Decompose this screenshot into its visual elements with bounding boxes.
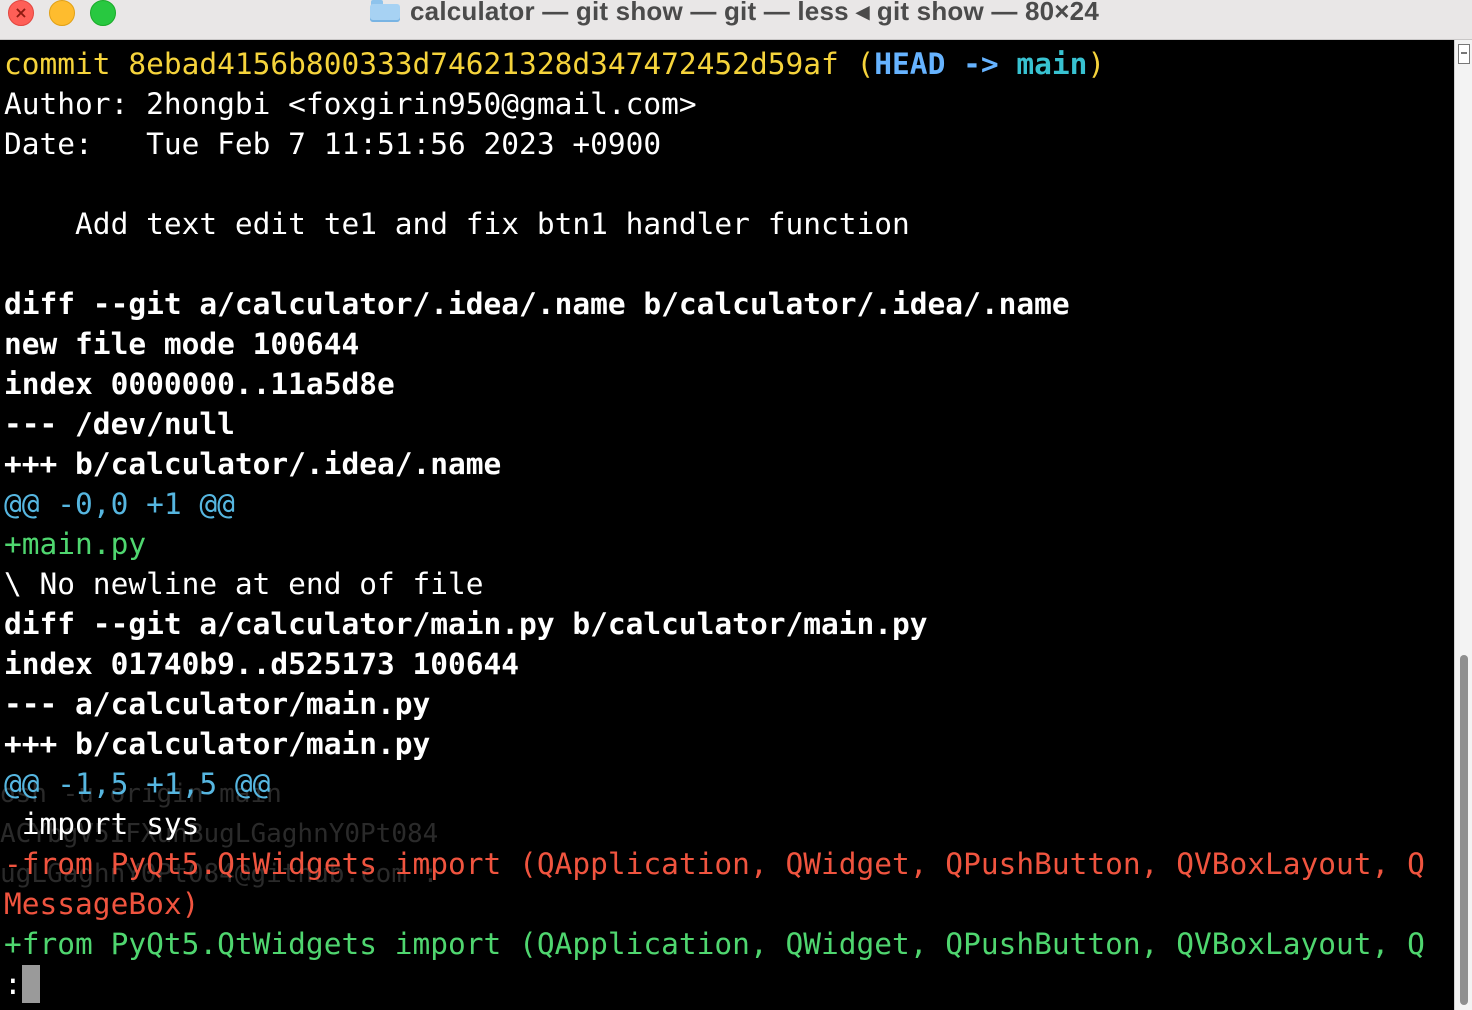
vertical-scrollbar[interactable] bbox=[1454, 40, 1472, 1010]
diff-header: diff --git a/calculator/main.py b/calcul… bbox=[4, 607, 928, 641]
diff-index: index 0000000..11a5d8e bbox=[4, 367, 395, 401]
close-button[interactable]: × bbox=[8, 0, 34, 26]
diff-new-file: +++ b/calculator/main.py bbox=[4, 727, 431, 761]
close-icon: × bbox=[14, 3, 28, 22]
terminal-content[interactable]: osh -u origin main ACYbgV5IFXuhBugLGaghn… bbox=[0, 40, 1454, 1010]
pager-prompt-colon: : bbox=[4, 967, 22, 1001]
ref-paren-open: ( bbox=[856, 47, 875, 81]
diff-header: diff --git a/calculator/.idea/.name b/ca… bbox=[4, 287, 1070, 321]
diff-removed-line-wrap: MessageBox) bbox=[4, 887, 200, 921]
minimize-button[interactable] bbox=[49, 0, 75, 26]
author-line: Author: 2hongbi <foxgirin950@gmail.com> bbox=[4, 87, 697, 121]
scrollbar-thumb[interactable] bbox=[1460, 655, 1468, 1005]
branch-ref: main bbox=[1016, 47, 1088, 81]
zoom-button[interactable] bbox=[90, 0, 116, 26]
diff-context-line: import sys bbox=[4, 807, 200, 841]
diff-old-file: --- a/calculator/main.py bbox=[4, 687, 431, 721]
commit-message: Add text edit te1 and fix btn1 handler f… bbox=[4, 207, 910, 241]
diff-hunk-header: @@ -0,0 +1 @@ bbox=[4, 487, 235, 521]
folder-icon bbox=[370, 0, 400, 22]
commit-hash: commit 8ebad4156b800333d74621328d3474724… bbox=[4, 47, 857, 81]
title-bar: × calculator — git show — git — less ◂ g… bbox=[0, 0, 1472, 40]
diff-removed-line: -from PyQt5.QtWidgets import (QApplicati… bbox=[4, 847, 1425, 881]
diff-new-file: +++ b/calculator/.idea/.name bbox=[4, 447, 502, 481]
diff-old-file: --- /dev/null bbox=[4, 407, 235, 441]
date-line: Date: Tue Feb 7 11:51:56 2023 +0900 bbox=[4, 127, 662, 161]
diff-added-line: +main.py bbox=[4, 527, 147, 561]
scroll-marker-icon bbox=[1458, 44, 1470, 64]
text-cursor bbox=[21, 965, 40, 1003]
window-title: calculator — git show — git — less ◂ git… bbox=[410, 0, 1099, 26]
commit-line: commit 8ebad4156b800333d74621328d3474724… bbox=[4, 44, 1105, 84]
window-title-group: calculator — git show — git — less ◂ git… bbox=[370, 0, 1099, 28]
ref-paren-close: ) bbox=[1087, 47, 1106, 81]
diff-added-line: +from PyQt5.QtWidgets import (QApplicati… bbox=[4, 927, 1425, 961]
diff-hunk-header: @@ -1,5 +1,5 @@ bbox=[4, 767, 271, 801]
diff-no-newline-note: \ No newline at end of file bbox=[4, 567, 484, 601]
terminal-window: × calculator — git show — git — less ◂ g… bbox=[0, 0, 1472, 1010]
diff-index: index 01740b9..d525173 100644 bbox=[4, 647, 520, 681]
pager-prompt[interactable]: : bbox=[4, 964, 40, 1004]
head-ref: HEAD -> bbox=[874, 47, 1017, 81]
diff-file-mode: new file mode 100644 bbox=[4, 327, 360, 361]
